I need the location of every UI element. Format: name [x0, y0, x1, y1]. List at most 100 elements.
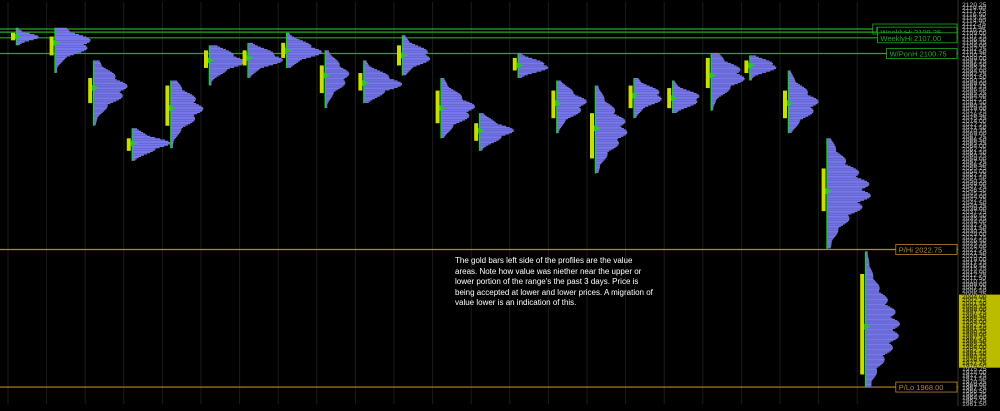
profile-row — [94, 65, 102, 67]
profile-row — [248, 56, 279, 58]
profile-row — [711, 69, 741, 71]
profile-row — [441, 126, 453, 129]
profile-row — [827, 193, 870, 195]
profile-row — [711, 76, 744, 78]
profile-row — [325, 69, 346, 71]
profile-row — [210, 51, 232, 53]
profile-row — [210, 59, 244, 61]
profile-row — [557, 109, 582, 111]
profile-row — [711, 101, 716, 103]
profile-row — [94, 89, 124, 91]
profile-row — [596, 103, 609, 105]
profile-row — [518, 74, 528, 76]
profile-row — [711, 96, 720, 98]
profile-row — [364, 90, 386, 92]
profile-row — [596, 129, 626, 131]
profile-row — [634, 91, 660, 94]
profile-row — [596, 88, 599, 90]
profile-row — [866, 382, 872, 384]
profile-row — [171, 91, 188, 94]
profile-row — [827, 198, 868, 200]
profile-row — [171, 99, 196, 101]
profile-row — [789, 91, 808, 93]
profile-row — [480, 118, 491, 120]
profile-row — [866, 381, 872, 383]
profile-row — [866, 277, 874, 279]
value-area-bar — [705, 57, 710, 89]
profile-row — [364, 100, 371, 102]
profile-row — [827, 194, 871, 196]
profile-row — [866, 263, 870, 266]
profile-row — [866, 336, 899, 338]
profile-row — [248, 65, 269, 67]
profile-row — [557, 81, 562, 84]
profile-row — [596, 104, 611, 106]
profile-row — [634, 111, 640, 114]
profile-row — [596, 85, 599, 87]
profile-row — [866, 353, 885, 356]
profile-row — [827, 227, 839, 229]
profile-row — [441, 133, 448, 135]
profile-row — [210, 71, 225, 73]
profile-row — [171, 101, 194, 104]
profile-row — [866, 322, 900, 324]
profile-row — [866, 270, 872, 272]
profile-row — [596, 161, 603, 164]
profile-row — [441, 93, 460, 95]
profile-row — [866, 350, 892, 352]
profile-row — [248, 61, 281, 63]
profile-row — [634, 109, 643, 111]
profile-row — [210, 77, 215, 80]
profile-row — [403, 50, 428, 52]
profile-row — [866, 307, 893, 309]
profile-row — [827, 149, 837, 151]
profile-row — [210, 76, 217, 78]
profile-row — [480, 138, 501, 140]
profile-row — [634, 88, 656, 90]
profile-row — [866, 268, 872, 271]
profile-row — [403, 72, 408, 75]
profile-row — [827, 230, 839, 233]
profile-row — [866, 293, 884, 296]
profile-row — [55, 31, 71, 33]
profile-row — [557, 80, 561, 82]
profile-row — [364, 72, 386, 75]
profile-row — [55, 54, 74, 56]
profile-row — [94, 97, 121, 100]
profile-row — [171, 98, 196, 100]
profile-row — [827, 180, 868, 183]
profile-row — [210, 56, 237, 58]
profile-row — [441, 91, 458, 94]
profile-row — [480, 148, 483, 150]
profile-row — [866, 318, 896, 321]
profile-row — [94, 106, 108, 108]
profile-row — [248, 72, 255, 75]
profile-row — [827, 204, 862, 206]
profile-row — [325, 52, 330, 55]
profile-row — [325, 97, 331, 100]
value-area-bar — [821, 168, 826, 212]
profile-row — [596, 160, 604, 162]
profile-row — [518, 62, 545, 65]
profile-row — [866, 281, 877, 283]
profile-row — [596, 116, 622, 119]
profile-row — [827, 177, 858, 179]
profile-row — [94, 75, 116, 77]
profile-row — [827, 225, 841, 228]
profile-row — [750, 72, 762, 75]
profile-row — [94, 104, 108, 106]
profile-row — [634, 101, 658, 104]
profile-row — [827, 159, 846, 161]
profile-row — [866, 317, 893, 319]
profile-row — [827, 240, 832, 243]
profile-row — [17, 30, 22, 32]
profile-row — [171, 131, 181, 134]
profile-row — [827, 175, 856, 178]
profile-row — [673, 106, 688, 109]
profile-row — [210, 70, 227, 72]
profile-row — [94, 82, 126, 85]
profile-row — [827, 164, 848, 166]
profile-row — [750, 69, 774, 71]
profile-row — [248, 76, 251, 78]
profile-row — [403, 44, 415, 46]
